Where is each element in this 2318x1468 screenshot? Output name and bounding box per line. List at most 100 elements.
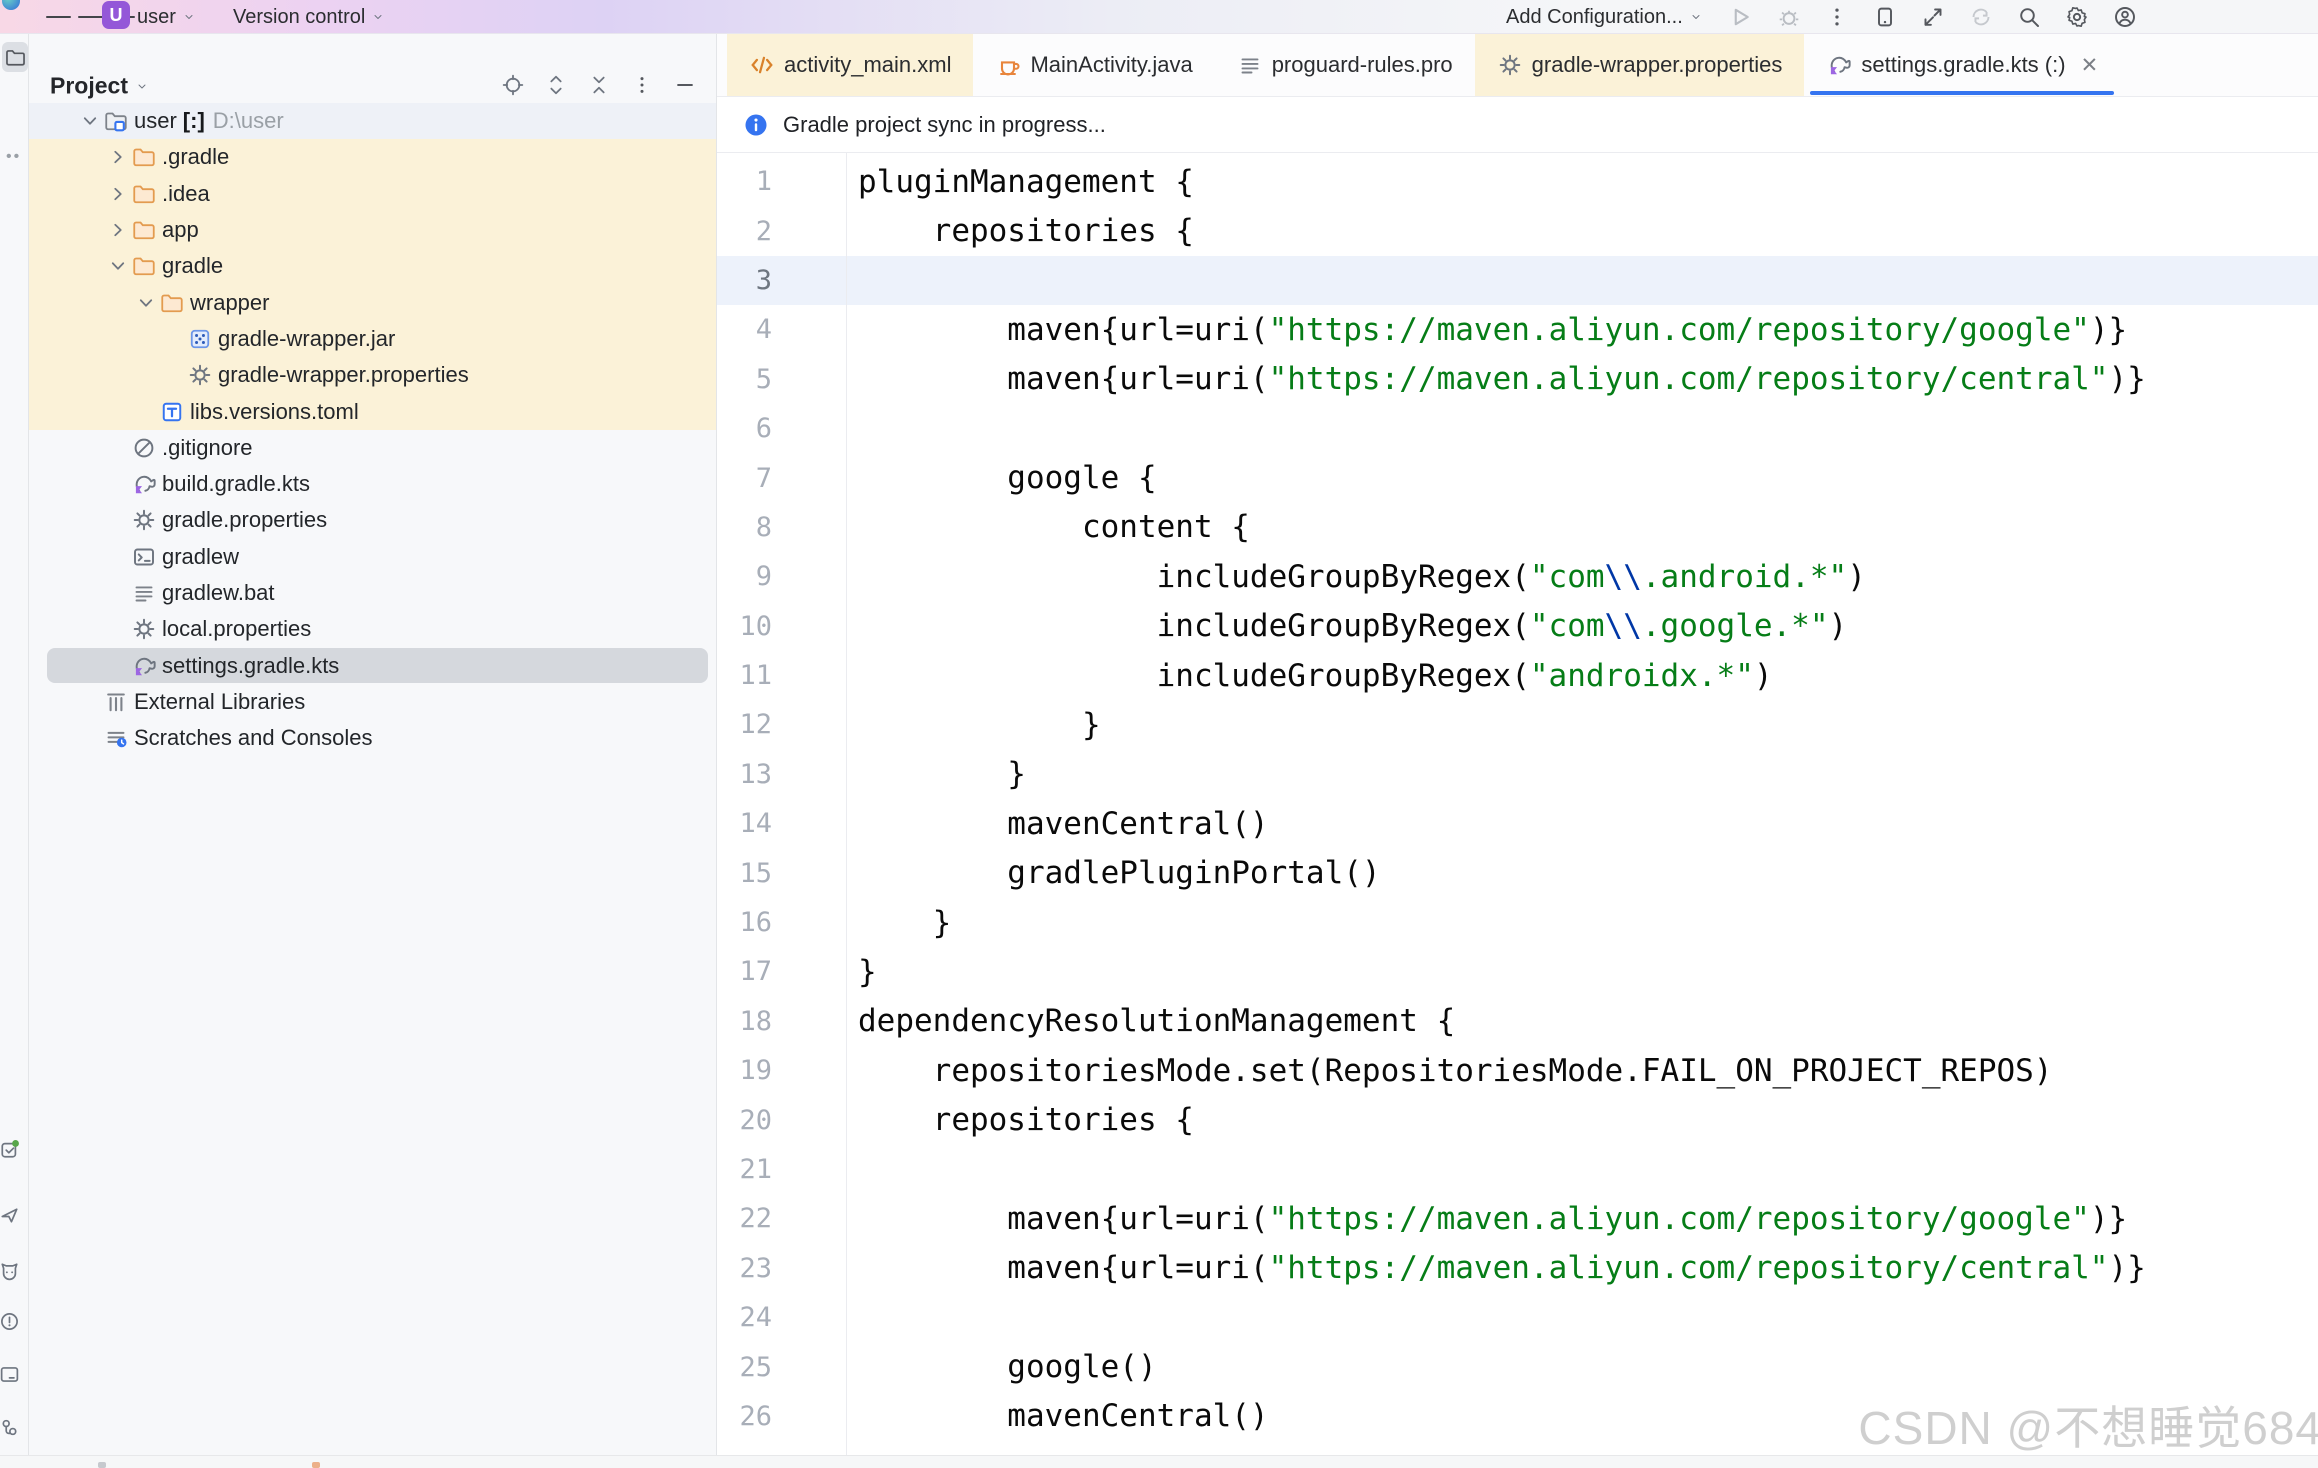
gear-icon bbox=[131, 616, 157, 642]
tree-item-label: libs.versions.toml bbox=[190, 399, 365, 425]
pull-request-icon[interactable] bbox=[0, 1199, 22, 1229]
tree-item-external-libraries[interactable]: External Libraries bbox=[29, 684, 716, 720]
tree-item-scratches-and-consoles[interactable]: Scratches and Consoles bbox=[29, 720, 716, 756]
code-line[interactable]: 10 includeGroupByRegex("com\\.google.*") bbox=[717, 602, 2318, 651]
code-line[interactable]: 14 mavenCentral() bbox=[717, 799, 2318, 848]
code-line[interactable]: 20 repositories { bbox=[717, 1095, 2318, 1144]
tab-close-icon[interactable]: ✕ bbox=[2081, 53, 2099, 78]
profile-icon[interactable] bbox=[2112, 4, 2138, 30]
code-line[interactable]: 8 content { bbox=[717, 503, 2318, 552]
tree-item-label: app bbox=[162, 217, 205, 243]
expand-all-icon[interactable] bbox=[543, 72, 569, 98]
code-line[interactable]: 21 bbox=[717, 1145, 2318, 1194]
tab-proguard-rules-pro[interactable]: proguard-rules.pro bbox=[1215, 34, 1475, 96]
code-line[interactable]: 4 maven{url=uri("https://maven.aliyun.co… bbox=[717, 305, 2318, 354]
code-line[interactable]: 23 maven{url=uri("https://maven.aliyun.c… bbox=[717, 1244, 2318, 1293]
services-icon[interactable] bbox=[0, 1412, 22, 1442]
sync-icon[interactable] bbox=[1968, 4, 1994, 30]
problems-icon[interactable] bbox=[0, 1306, 22, 1336]
locate-target-icon[interactable] bbox=[500, 72, 526, 98]
profiler-icon[interactable] bbox=[1920, 4, 1946, 30]
terminal-icon[interactable] bbox=[0, 1359, 22, 1389]
project-panel-title[interactable]: Project bbox=[50, 73, 148, 100]
commit-icon[interactable] bbox=[0, 1134, 22, 1164]
tree-item-local-properties[interactable]: local.properties bbox=[29, 611, 716, 647]
hide-panel-icon[interactable] bbox=[672, 72, 698, 98]
settings-gear-icon[interactable] bbox=[2064, 4, 2090, 30]
gradle-icon bbox=[131, 653, 157, 679]
code-text: pluginManagement { bbox=[858, 164, 1194, 200]
run-icon[interactable] bbox=[1728, 4, 1754, 30]
chevron-spacer bbox=[105, 616, 131, 642]
code-line[interactable]: 17} bbox=[717, 947, 2318, 996]
gear-icon bbox=[1497, 52, 1523, 78]
tree-item-user[interactable]: user[:]D:\user bbox=[29, 103, 716, 139]
tree-item-gradlew[interactable]: gradlew bbox=[29, 539, 716, 575]
code-line[interactable]: 13 } bbox=[717, 750, 2318, 799]
collapse-all-icon[interactable] bbox=[586, 72, 612, 98]
scratches-icon bbox=[103, 725, 129, 751]
code-line[interactable]: 18dependencyResolutionManagement { bbox=[717, 997, 2318, 1046]
tree-item--gradle[interactable]: .gradle bbox=[29, 139, 716, 175]
line-number: 19 bbox=[717, 1055, 772, 1086]
line-number: 16 bbox=[717, 907, 772, 938]
device-icon[interactable] bbox=[1872, 4, 1898, 30]
tree-item-build-gradle-kts[interactable]: build.gradle.kts bbox=[29, 466, 716, 502]
tree-item-gradle-wrapper-jar[interactable]: gradle-wrapper.jar bbox=[29, 321, 716, 357]
project-tool-button[interactable] bbox=[2, 42, 28, 72]
line-number: 15 bbox=[717, 858, 772, 889]
tab-mainactivity-java[interactable]: MainActivity.java bbox=[973, 34, 1214, 96]
gradle-icon bbox=[1826, 52, 1852, 78]
code-line[interactable]: 7 google { bbox=[717, 453, 2318, 502]
gear-icon bbox=[131, 507, 157, 533]
code-text: repositories { bbox=[858, 1102, 1194, 1138]
code-line[interactable]: 12 } bbox=[717, 700, 2318, 749]
code-line[interactable]: 3 bbox=[717, 256, 2318, 305]
code-line[interactable]: 16 } bbox=[717, 898, 2318, 947]
profiler-cat-icon[interactable] bbox=[0, 1256, 22, 1286]
tab-activity-main-xml[interactable]: activity_main.xml bbox=[727, 34, 973, 96]
tab-gradle-wrapper-properties[interactable]: gradle-wrapper.properties bbox=[1475, 34, 1805, 96]
code-text: mavenCentral() bbox=[858, 806, 1269, 842]
tree-item-label: build.gradle.kts bbox=[162, 471, 316, 497]
code-line[interactable]: 5 maven{url=uri("https://maven.aliyun.co… bbox=[717, 355, 2318, 404]
chevron-spacer bbox=[161, 326, 187, 352]
code-line[interactable]: 25 google() bbox=[717, 1342, 2318, 1391]
gear-icon bbox=[187, 362, 213, 388]
android-studio-logo-icon bbox=[2, 0, 20, 10]
line-number: 25 bbox=[717, 1352, 772, 1383]
tree-item-wrapper[interactable]: wrapper bbox=[29, 284, 716, 320]
tree-item--idea[interactable]: .idea bbox=[29, 176, 716, 212]
code-line[interactable]: 1pluginManagement { bbox=[717, 157, 2318, 206]
code-text: includeGroupByRegex("com\\.android.*") bbox=[858, 559, 1866, 595]
tree-item-gradle-properties[interactable]: gradle.properties bbox=[29, 502, 716, 538]
tree-item-label: .gradle bbox=[162, 144, 235, 170]
code-line[interactable]: 15 gradlePluginPortal() bbox=[717, 848, 2318, 897]
tree-item--gitignore[interactable]: .gitignore bbox=[29, 430, 716, 466]
tree-item-app[interactable]: app bbox=[29, 212, 716, 248]
debug-icon[interactable] bbox=[1776, 4, 1802, 30]
tree-item-settings-gradle-kts[interactable]: settings.gradle.kts bbox=[29, 647, 716, 683]
search-icon[interactable] bbox=[2016, 4, 2042, 30]
tab-settings-gradle-kts-[interactable]: settings.gradle.kts (:)✕ bbox=[1804, 34, 2120, 96]
code-line[interactable]: 24 bbox=[717, 1293, 2318, 1342]
code-line[interactable]: 6 bbox=[717, 404, 2318, 453]
stripe-more-dots[interactable]: •• bbox=[6, 148, 21, 166]
kebab-icon[interactable] bbox=[1824, 4, 1850, 30]
code-line[interactable]: 19 repositoriesMode.set(RepositoriesMode… bbox=[717, 1046, 2318, 1095]
tree-item-gradlew-bat[interactable]: gradlew.bat bbox=[29, 575, 716, 611]
code-line[interactable]: 11 includeGroupByRegex("androidx.*") bbox=[717, 651, 2318, 700]
tree-item-libs-versions-toml[interactable]: libs.versions.toml bbox=[29, 393, 716, 429]
more-kebab-icon[interactable] bbox=[629, 72, 655, 98]
code-line[interactable]: 22 maven{url=uri("https://maven.aliyun.c… bbox=[717, 1194, 2318, 1243]
tree-item-gradle-wrapper-properties[interactable]: gradle-wrapper.properties bbox=[29, 357, 716, 393]
code-editor[interactable]: 1pluginManagement {2 repositories {34 ma… bbox=[717, 153, 2318, 1455]
code-line[interactable]: 9 includeGroupByRegex("com\\.android.*") bbox=[717, 552, 2318, 601]
tree-item-gradle[interactable]: gradle bbox=[29, 248, 716, 284]
project-widget[interactable]: U user bbox=[102, 0, 195, 34]
run-configurations-dropdown[interactable]: Add Configuration... bbox=[1506, 0, 1702, 34]
chevron-right-icon bbox=[105, 144, 131, 170]
code-line[interactable]: 2 repositories { bbox=[717, 206, 2318, 255]
chevron-spacer bbox=[133, 399, 159, 425]
version-control-widget[interactable]: Version control bbox=[233, 0, 384, 34]
